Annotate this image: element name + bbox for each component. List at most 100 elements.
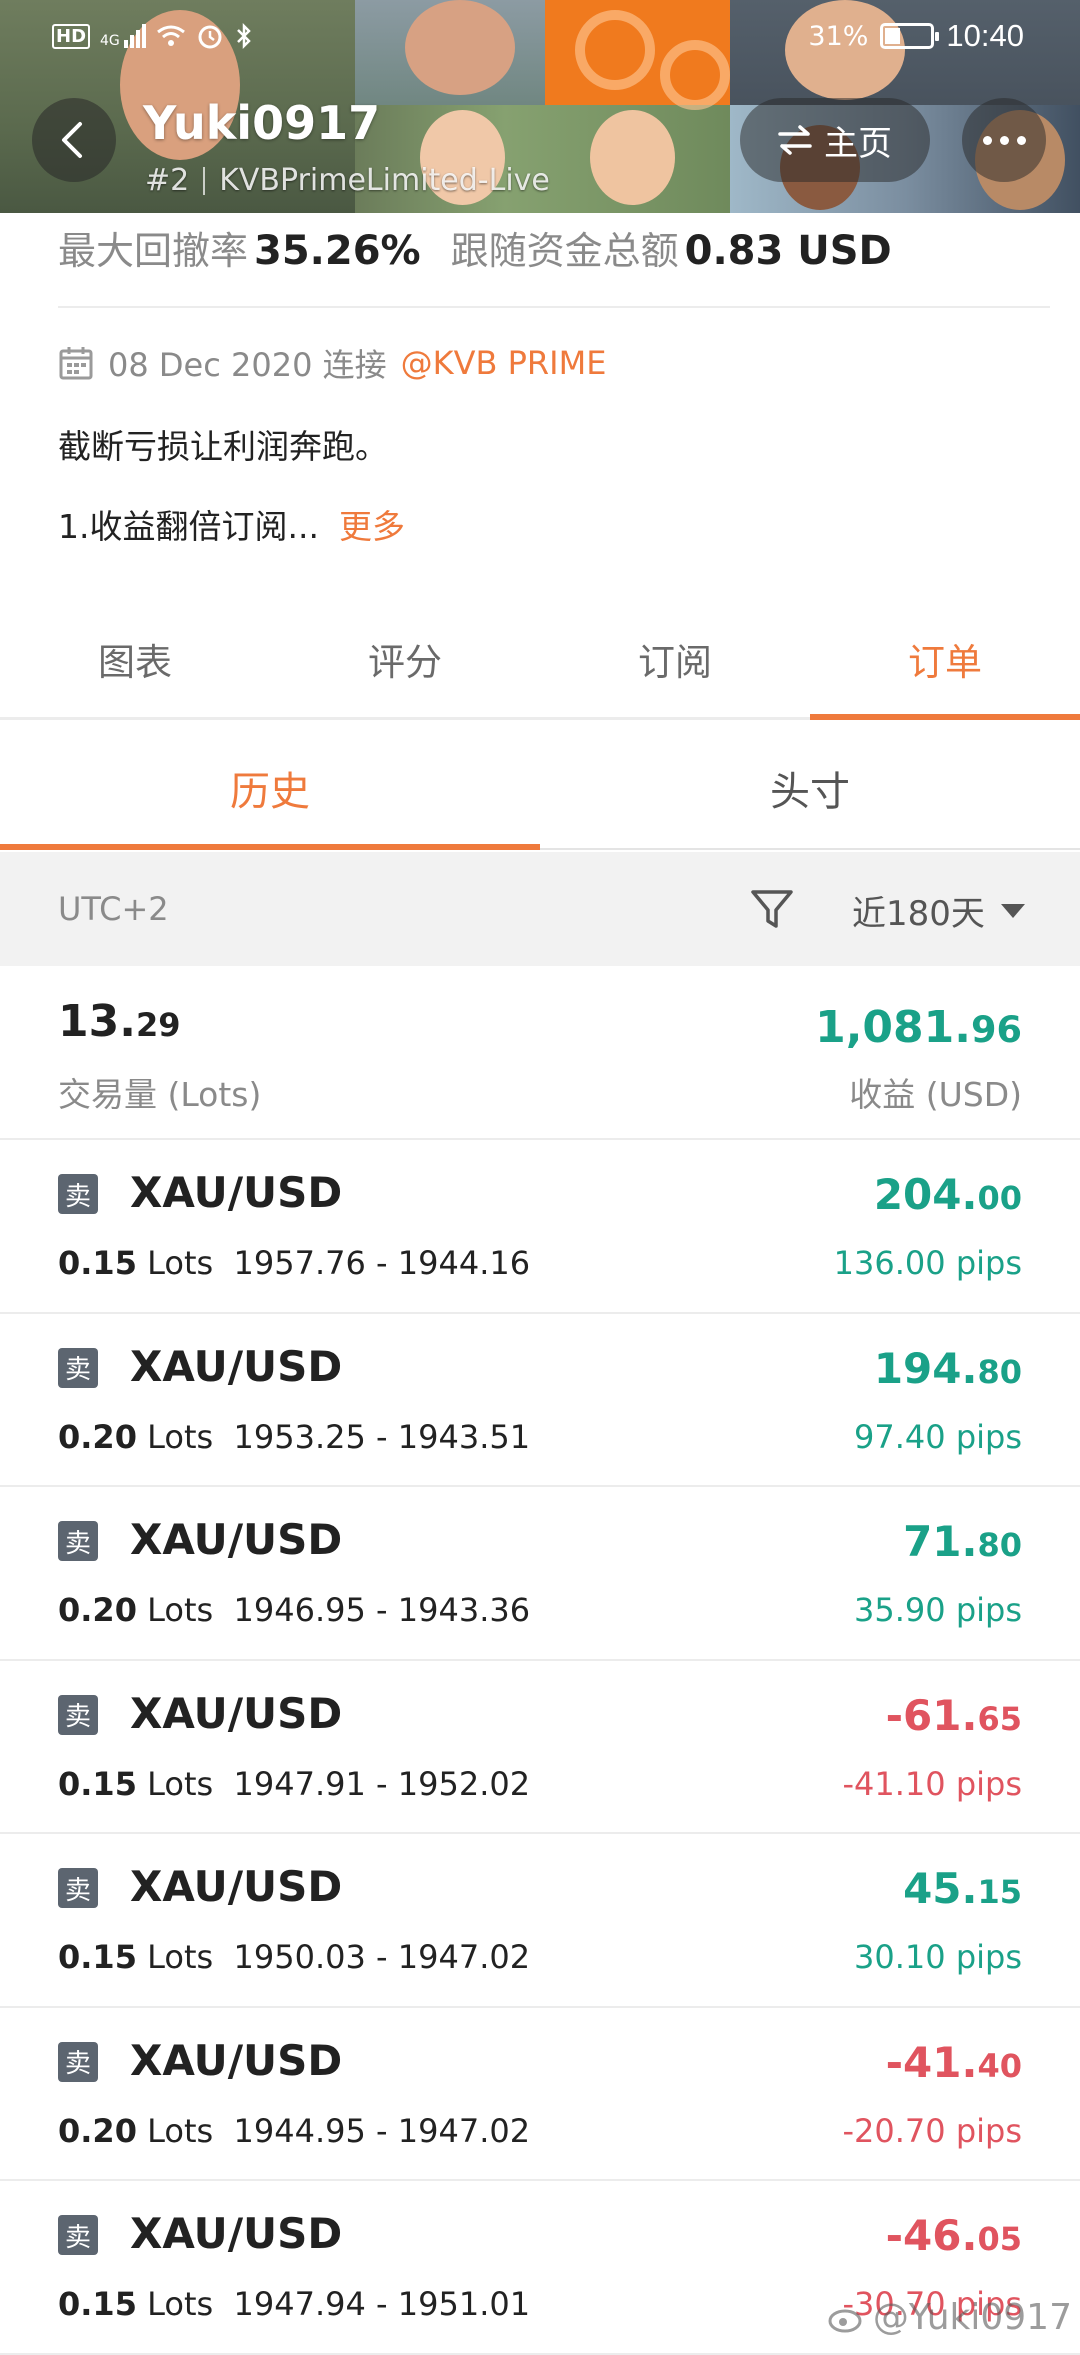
side-badge: 卖 — [58, 2042, 98, 2082]
side-badge: 卖 — [58, 1868, 98, 1908]
join-info: 08 Dec 2020 连接 @KVB PRIME — [58, 340, 606, 386]
dot-icon — [1017, 136, 1026, 145]
funds-value: 0.83 USD — [685, 228, 892, 274]
weibo-logo-icon — [827, 2302, 867, 2334]
rank-label: #2 — [145, 163, 189, 198]
side-badge: 卖 — [58, 2215, 98, 2255]
funds-label: 跟随资金总额 — [451, 220, 679, 275]
tab-chart[interactable]: 图表 — [0, 600, 270, 717]
dot-icon — [983, 136, 992, 145]
join-date: 08 Dec 2020 连接 — [108, 340, 387, 386]
trade-row[interactable]: 卖 XAU/USD 0.15 Lots 1950.03 - 1947.02 45… — [0, 1834, 1080, 2008]
bio-text: 1.收益翻倍订阅... — [58, 500, 319, 548]
trade-symbol: XAU/USD — [130, 1862, 342, 1911]
bio-line-truncated: 1.收益翻倍订阅... 更多 — [58, 500, 405, 548]
caret-down-icon — [1001, 904, 1025, 918]
trade-details: 0.15 Lots 1950.03 - 1947.02 — [58, 1938, 530, 1976]
total-profit: 1,081.96 — [815, 1002, 1022, 1053]
trade-symbol: XAU/USD — [130, 2036, 342, 2085]
account-name: KVBPrimeLimited-Live — [219, 163, 550, 198]
trade-symbol: XAU/USD — [130, 1342, 342, 1391]
trade-details: 0.20 Lots 1953.25 - 1943.51 — [58, 1418, 530, 1456]
banner-face — [590, 110, 675, 205]
tab-subscription[interactable]: 订阅 — [540, 600, 810, 717]
summary-row: 13.29 交易量 (Lots) 1,081.96 收益 (USD) — [0, 966, 1080, 1140]
side-badge: 卖 — [58, 1695, 98, 1735]
divider — [58, 306, 1050, 308]
profile-header-banner: HD 4G 31% 10:40 Yuki0917 #2 KVBPrimeLimi… — [0, 0, 1080, 213]
trade-pips: -41.10 pips — [842, 1765, 1022, 1803]
watermark: @Yuki0917 — [827, 2297, 1072, 2338]
trade-profit: 194.80 — [874, 1344, 1022, 1393]
trade-row[interactable]: 卖 XAU/USD 0.20 Lots 1953.25 - 1943.51 19… — [0, 1314, 1080, 1488]
network-type-label: 4G — [100, 34, 120, 48]
dot-icon — [1000, 136, 1009, 145]
filter-icon[interactable] — [748, 885, 796, 933]
signal-icon: 4G — [100, 24, 146, 48]
timezone-label: UTC+2 — [58, 890, 169, 928]
swap-icon — [778, 125, 812, 155]
more-link[interactable]: 更多 — [339, 500, 405, 548]
home-label: 主页 — [824, 116, 892, 165]
main-tabs: 图表 评分 订阅 订单 — [0, 600, 1080, 720]
trade-row[interactable]: 卖 XAU/USD 0.15 Lots 1957.76 - 1944.16 20… — [0, 1140, 1080, 1314]
total-lots: 13.29 — [58, 996, 180, 1047]
status-bar: HD 4G 31% 10:40 — [0, 0, 1080, 76]
trade-symbol: XAU/USD — [130, 1168, 342, 1217]
trade-pips: -20.70 pips — [842, 2112, 1022, 2150]
trade-row[interactable]: 卖 XAU/USD 0.20 Lots 1944.95 - 1947.02 -4… — [0, 2008, 1080, 2182]
username: Yuki0917 — [143, 96, 380, 150]
side-badge: 卖 — [58, 1174, 98, 1214]
hd-icon: HD — [52, 24, 90, 49]
clock-time: 10:40 — [946, 18, 1024, 54]
trade-profit: 204.00 — [874, 1170, 1022, 1219]
profit-label: 收益 (USD) — [849, 1068, 1022, 1116]
trade-row[interactable]: 卖 XAU/USD 0.20 Lots 1946.95 - 1943.36 71… — [0, 1487, 1080, 1661]
back-button[interactable] — [32, 98, 116, 182]
trade-pips: 136.00 pips — [834, 1244, 1022, 1282]
account-line: #2 KVBPrimeLimited-Live — [145, 163, 550, 198]
drawdown-label: 最大回撤率 — [58, 220, 248, 275]
trade-profit: 45.15 — [903, 1864, 1022, 1913]
tab-positions[interactable]: 头寸 — [540, 728, 1080, 848]
trade-details: 0.15 Lots 1947.94 - 1951.01 — [58, 2285, 530, 2323]
period-dropdown[interactable]: 近180天 — [852, 886, 1025, 935]
filter-bar: UTC+2 近180天 — [0, 852, 1080, 966]
trade-profit: -46.05 — [886, 2211, 1022, 2260]
battery-percent: 31% — [808, 21, 868, 52]
wifi-icon — [156, 24, 186, 48]
watermark-text: @Yuki0917 — [873, 2297, 1072, 2338]
home-button[interactable]: 主页 — [740, 98, 930, 182]
trade-list: 卖 XAU/USD 0.15 Lots 1957.76 - 1944.16 20… — [0, 1140, 1080, 2355]
trade-pips: 97.40 pips — [854, 1418, 1022, 1456]
stats-row: 最大回撤率 35.26% 跟随资金总额 0.83 USD — [58, 220, 892, 275]
trade-pips: 35.90 pips — [854, 1591, 1022, 1629]
sub-tabs: 历史 头寸 — [0, 728, 1080, 850]
side-badge: 卖 — [58, 1521, 98, 1561]
tab-orders[interactable]: 订单 — [810, 600, 1080, 717]
trade-symbol: XAU/USD — [130, 1515, 342, 1564]
more-options-button[interactable] — [962, 98, 1046, 182]
chevron-left-icon — [52, 118, 96, 162]
divider — [203, 167, 205, 195]
side-badge: 卖 — [58, 1348, 98, 1388]
tab-history[interactable]: 历史 — [0, 728, 540, 848]
lots-label: 交易量 (Lots) — [58, 1068, 261, 1116]
period-label: 近180天 — [852, 886, 985, 935]
trade-details: 0.15 Lots 1957.76 - 1944.16 — [58, 1244, 530, 1282]
trade-profit: 71.80 — [903, 1517, 1022, 1566]
tab-rating[interactable]: 评分 — [270, 600, 540, 717]
bio-line: 截断亏损让利润奔跑。 — [58, 420, 388, 468]
battery-icon — [880, 23, 934, 49]
drawdown-value: 35.26% — [254, 228, 421, 274]
alarm-icon — [196, 22, 224, 50]
trade-details: 0.15 Lots 1947.91 - 1952.02 — [58, 1765, 530, 1803]
trade-profit: -41.40 — [886, 2038, 1022, 2087]
trade-details: 0.20 Lots 1946.95 - 1943.36 — [58, 1591, 530, 1629]
bluetooth-icon — [234, 22, 254, 50]
broker-link[interactable]: @KVB PRIME — [401, 344, 607, 382]
trade-row[interactable]: 卖 XAU/USD 0.15 Lots 1947.91 - 1952.02 -6… — [0, 1661, 1080, 1835]
calendar-icon — [58, 345, 94, 381]
trade-pips: 30.10 pips — [854, 1938, 1022, 1976]
trade-symbol: XAU/USD — [130, 2209, 342, 2258]
